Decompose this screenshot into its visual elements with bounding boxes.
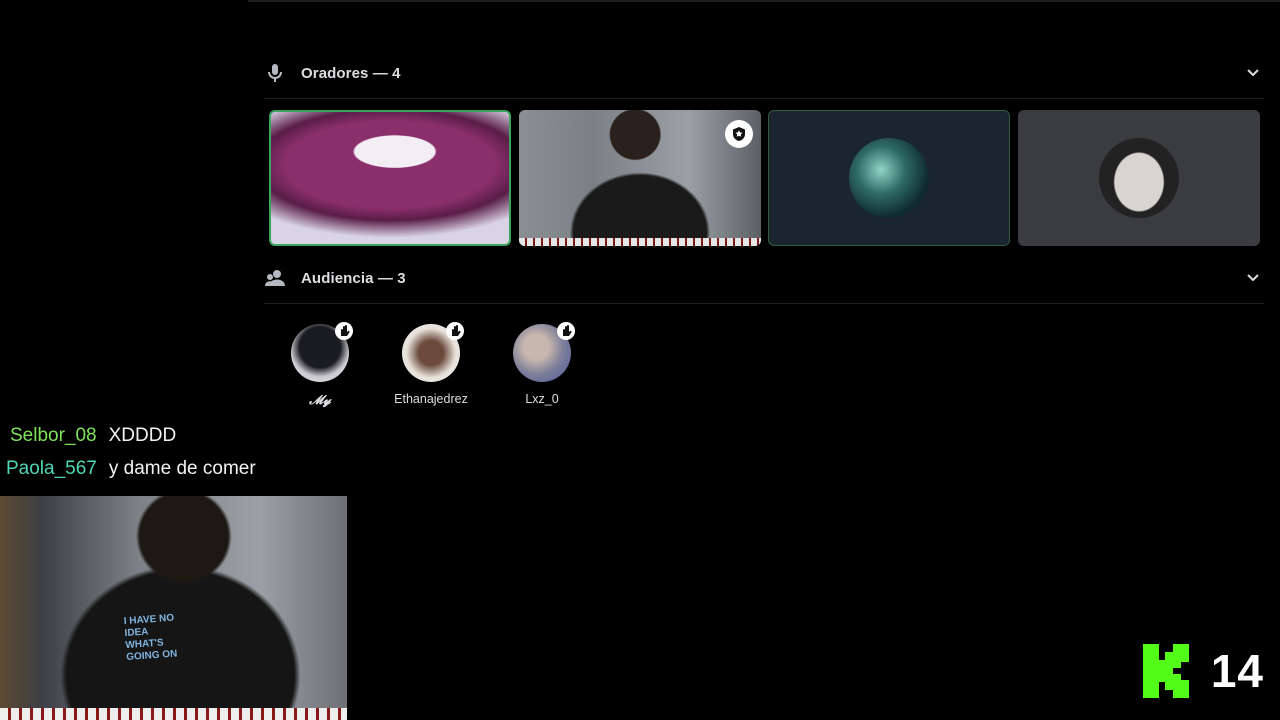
audience-member-name: Ethanajedrez [394,392,468,406]
audience-section-title: Audiencia — 3 [301,269,406,287]
chevron-down-icon[interactable] [1244,64,1262,82]
avatar [402,322,464,382]
avatar [291,322,353,382]
chevron-down-icon[interactable] [1244,269,1262,287]
chat-message: Selbor_08 XDDDD [10,421,176,451]
avatar [513,322,575,382]
speakers-section-title: Oradores — 4 [301,64,401,82]
chat-username: Paola_567 [6,458,97,479]
audience-divider [264,303,1264,304]
speakers-section-header[interactable]: Oradores — 4 [264,53,1264,93]
microphone-icon [264,62,286,84]
speaker-tile-video-lips[interactable] [269,110,511,246]
chat-text: XDDDD [108,425,177,446]
kick-logo-icon [1142,644,1191,698]
shirt-text: I HAVE NO IDEA WHAT'S GOING ON [123,612,178,664]
avatar [1099,138,1179,218]
speaker-tile-avatar-face[interactable] [1018,110,1260,246]
audience-section-header[interactable]: Audiencia — 3 [264,258,1264,298]
streamer-webcam: I HAVE NO IDEA WHAT'S GOING ON [0,496,347,720]
speaker-tile-avatar-teal[interactable] [768,110,1010,246]
audience-member-name: Lxz_0 [525,392,559,406]
viewer-count-widget: 14 [1142,644,1264,698]
avatar [849,138,929,218]
audience-member[interactable]: 𝓜𝔂 [265,320,375,408]
top-divider [248,0,1280,2]
moderator-badge-icon [725,120,753,148]
speaker-tile-video-cam[interactable] [519,110,761,246]
keyboard-strip [0,708,347,720]
hand-icon [335,322,353,340]
audience-member[interactable]: Ethanajedrez [376,320,486,406]
chat-text: y dame de comer [108,458,256,479]
chat-username: Selbor_08 [10,425,97,446]
viewer-count: 14 [1210,645,1264,697]
hand-icon [557,322,575,340]
chat-message: Paola_567 y dame de comer [6,454,256,484]
speakers-divider [264,98,1264,99]
audience-member[interactable]: Lxz_0 [487,320,597,406]
audience-member-name: 𝓜𝔂 [309,392,331,407]
keyboard-strip [519,238,761,246]
people-icon [264,267,286,289]
hand-icon [446,322,464,340]
